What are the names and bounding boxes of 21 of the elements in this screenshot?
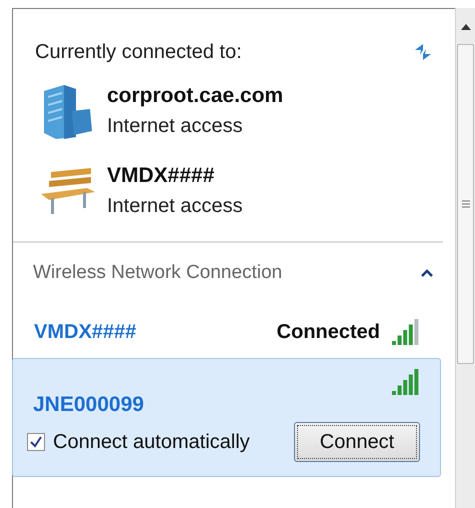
network-item[interactable]: JNE000099 Connect automatically Connect	[12, 358, 441, 477]
network-status: Internet access	[107, 194, 243, 219]
network-name: corproot.cae.com	[107, 83, 284, 109]
checkbox-label: Connect automatically	[53, 430, 250, 455]
checkmark-icon	[30, 436, 42, 448]
bench-icon	[39, 166, 95, 216]
collapse-caret-icon[interactable]	[421, 269, 433, 278]
network-status: Internet access	[107, 114, 244, 139]
building-icon	[42, 83, 92, 139]
connect-button[interactable]: Connect	[294, 422, 420, 462]
network-item[interactable]: VMDX#### Connected	[13, 310, 441, 358]
section-heading: Wireless Network Connection	[33, 261, 282, 285]
network-name: VMDX####	[107, 163, 216, 189]
network-status: Connected	[276, 320, 380, 344]
network-name: VMDX####	[34, 320, 136, 344]
network-name: JNE000099	[32, 392, 145, 418]
section-heading: Currently connected to:	[35, 40, 242, 65]
scroll-up-icon[interactable]	[460, 24, 470, 30]
scrollbar[interactable]	[455, 8, 475, 508]
grip-icon	[462, 200, 470, 208]
checkbox[interactable]	[27, 433, 45, 451]
